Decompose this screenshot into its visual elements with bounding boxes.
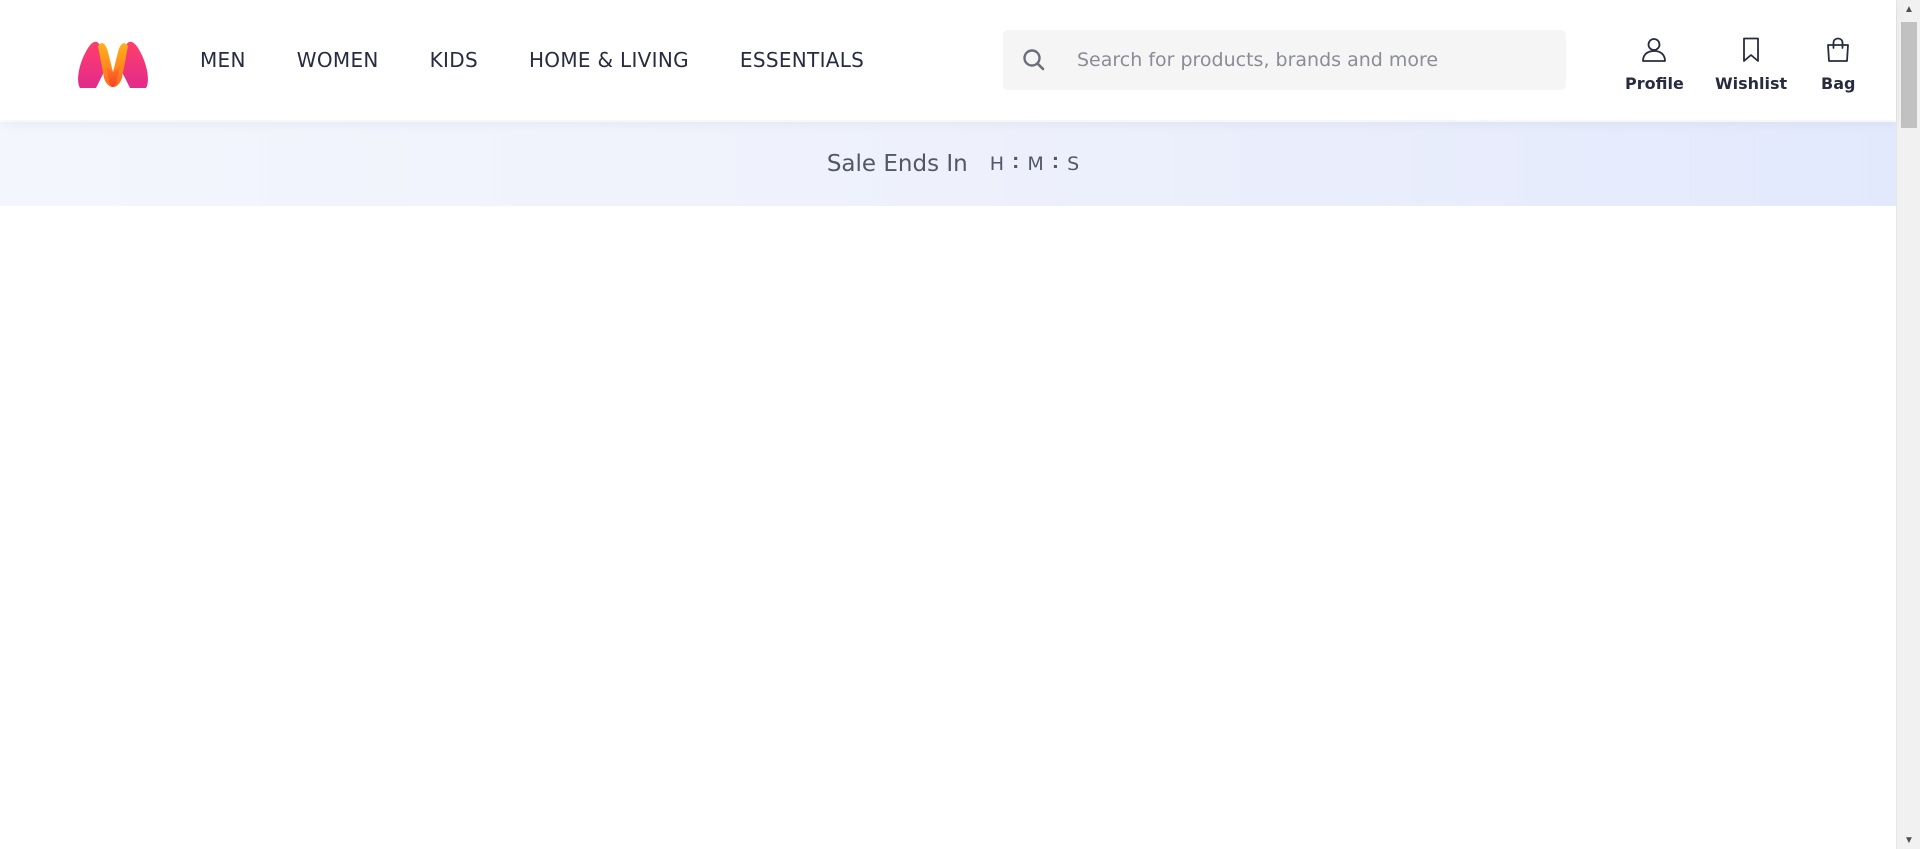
nav-item-home-living[interactable]: HOME & LIVING: [529, 48, 689, 72]
sale-countdown: H : M : S: [989, 148, 1080, 177]
search-bar: [1003, 30, 1566, 90]
user-icon: [1640, 36, 1668, 69]
sale-banner: Sale Ends In H : M : S: [0, 122, 1896, 206]
scroll-up-arrow-icon[interactable]: ▲: [1897, 0, 1920, 18]
shopping-bag-icon: [1824, 36, 1852, 69]
vertical-scrollbar[interactable]: ▲ ▼: [1896, 0, 1920, 849]
nav-item-essentials[interactable]: ESSENTIALS: [740, 48, 864, 72]
scroll-down-arrow-icon[interactable]: ▼: [1897, 831, 1920, 849]
bag-button[interactable]: Bag: [1821, 36, 1855, 93]
site-header: MEN WOMEN KIDS HOME & LIVING ESSENTIALS: [0, 0, 1896, 120]
brand-logo-icon: [78, 41, 148, 88]
search-icon[interactable]: [1021, 47, 1047, 73]
scrollbar-thumb[interactable]: [1901, 22, 1917, 128]
timer-separator: :: [1012, 148, 1020, 173]
sale-ends-label: Sale Ends In: [826, 151, 968, 177]
brand-logo[interactable]: [76, 38, 150, 90]
main-nav: MEN WOMEN KIDS HOME & LIVING ESSENTIALS: [200, 0, 915, 120]
timer-seconds: S: [1067, 153, 1080, 175]
page: MEN WOMEN KIDS HOME & LIVING ESSENTIALS: [0, 0, 1920, 849]
main-content: [0, 206, 1896, 849]
wishlist-label: Wishlist: [1715, 74, 1788, 93]
search-input[interactable]: [1077, 40, 1547, 80]
bag-label: Bag: [1821, 74, 1856, 93]
nav-item-women[interactable]: WOMEN: [297, 48, 379, 72]
timer-hours: H: [989, 153, 1005, 175]
timer-minutes: M: [1027, 153, 1044, 175]
timer-separator: :: [1051, 148, 1060, 173]
profile-button[interactable]: Profile: [1625, 36, 1684, 93]
nav-item-kids[interactable]: KIDS: [430, 48, 478, 72]
bookmark-icon: [1737, 36, 1765, 69]
nav-item-men[interactable]: MEN: [200, 48, 246, 72]
profile-label: Profile: [1625, 74, 1684, 93]
wishlist-button[interactable]: Wishlist: [1715, 36, 1787, 93]
